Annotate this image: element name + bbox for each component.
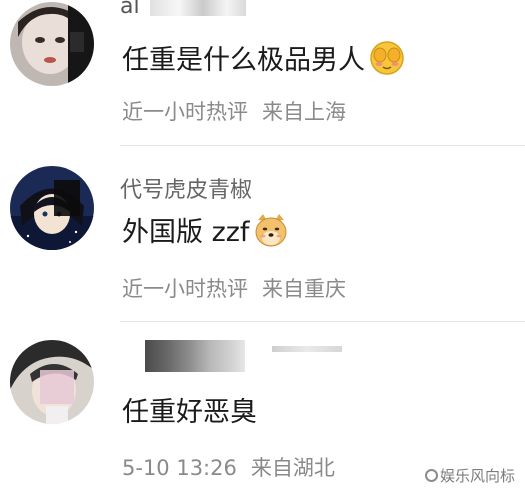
- comment-item-1: al 任重是什么极品男人 近一小时热评 来自上海: [0, 0, 525, 145]
- censor-mosaic: [150, 0, 246, 16]
- comment-text: 任重好恶臭: [122, 397, 257, 428]
- watermark: 娱乐风向标: [424, 465, 515, 486]
- comment-location: 来自上海: [262, 100, 346, 124]
- comment-time: 5-10 13:26: [122, 456, 237, 480]
- comment-time: 近一小时热评: [122, 277, 248, 301]
- comment-item-2: 代号虎皮青椒 外国版 zzf 近一小时热评 来自重庆: [0, 146, 525, 321]
- comment-meta: 5-10 13:26 来自湖北: [122, 452, 335, 482]
- comment-time: 近一小时热评: [122, 100, 248, 124]
- doge-emoji: [253, 212, 289, 248]
- comment-text: 外国版 zzf: [122, 210, 289, 249]
- comment-location: 来自重庆: [262, 277, 346, 301]
- shy-face-emoji: [369, 40, 405, 76]
- username[interactable]: 代号虎皮青椒: [120, 172, 252, 204]
- watermark-text: 娱乐风向标: [439, 467, 515, 485]
- censor-mosaic: [145, 340, 245, 372]
- comment-meta: 近一小时热评 来自上海: [122, 96, 346, 126]
- comment-meta: 近一小时热评 来自重庆: [122, 273, 346, 303]
- censor-mosaic: [272, 346, 342, 352]
- watermark-icon: [424, 469, 438, 482]
- comment-text: 任重是什么极品男人: [122, 38, 405, 77]
- username[interactable]: al: [120, 0, 140, 19]
- user-avatar[interactable]: [10, 340, 94, 424]
- comment-location: 来自湖北: [250, 456, 335, 480]
- user-avatar[interactable]: [10, 2, 94, 86]
- user-avatar[interactable]: [10, 166, 94, 250]
